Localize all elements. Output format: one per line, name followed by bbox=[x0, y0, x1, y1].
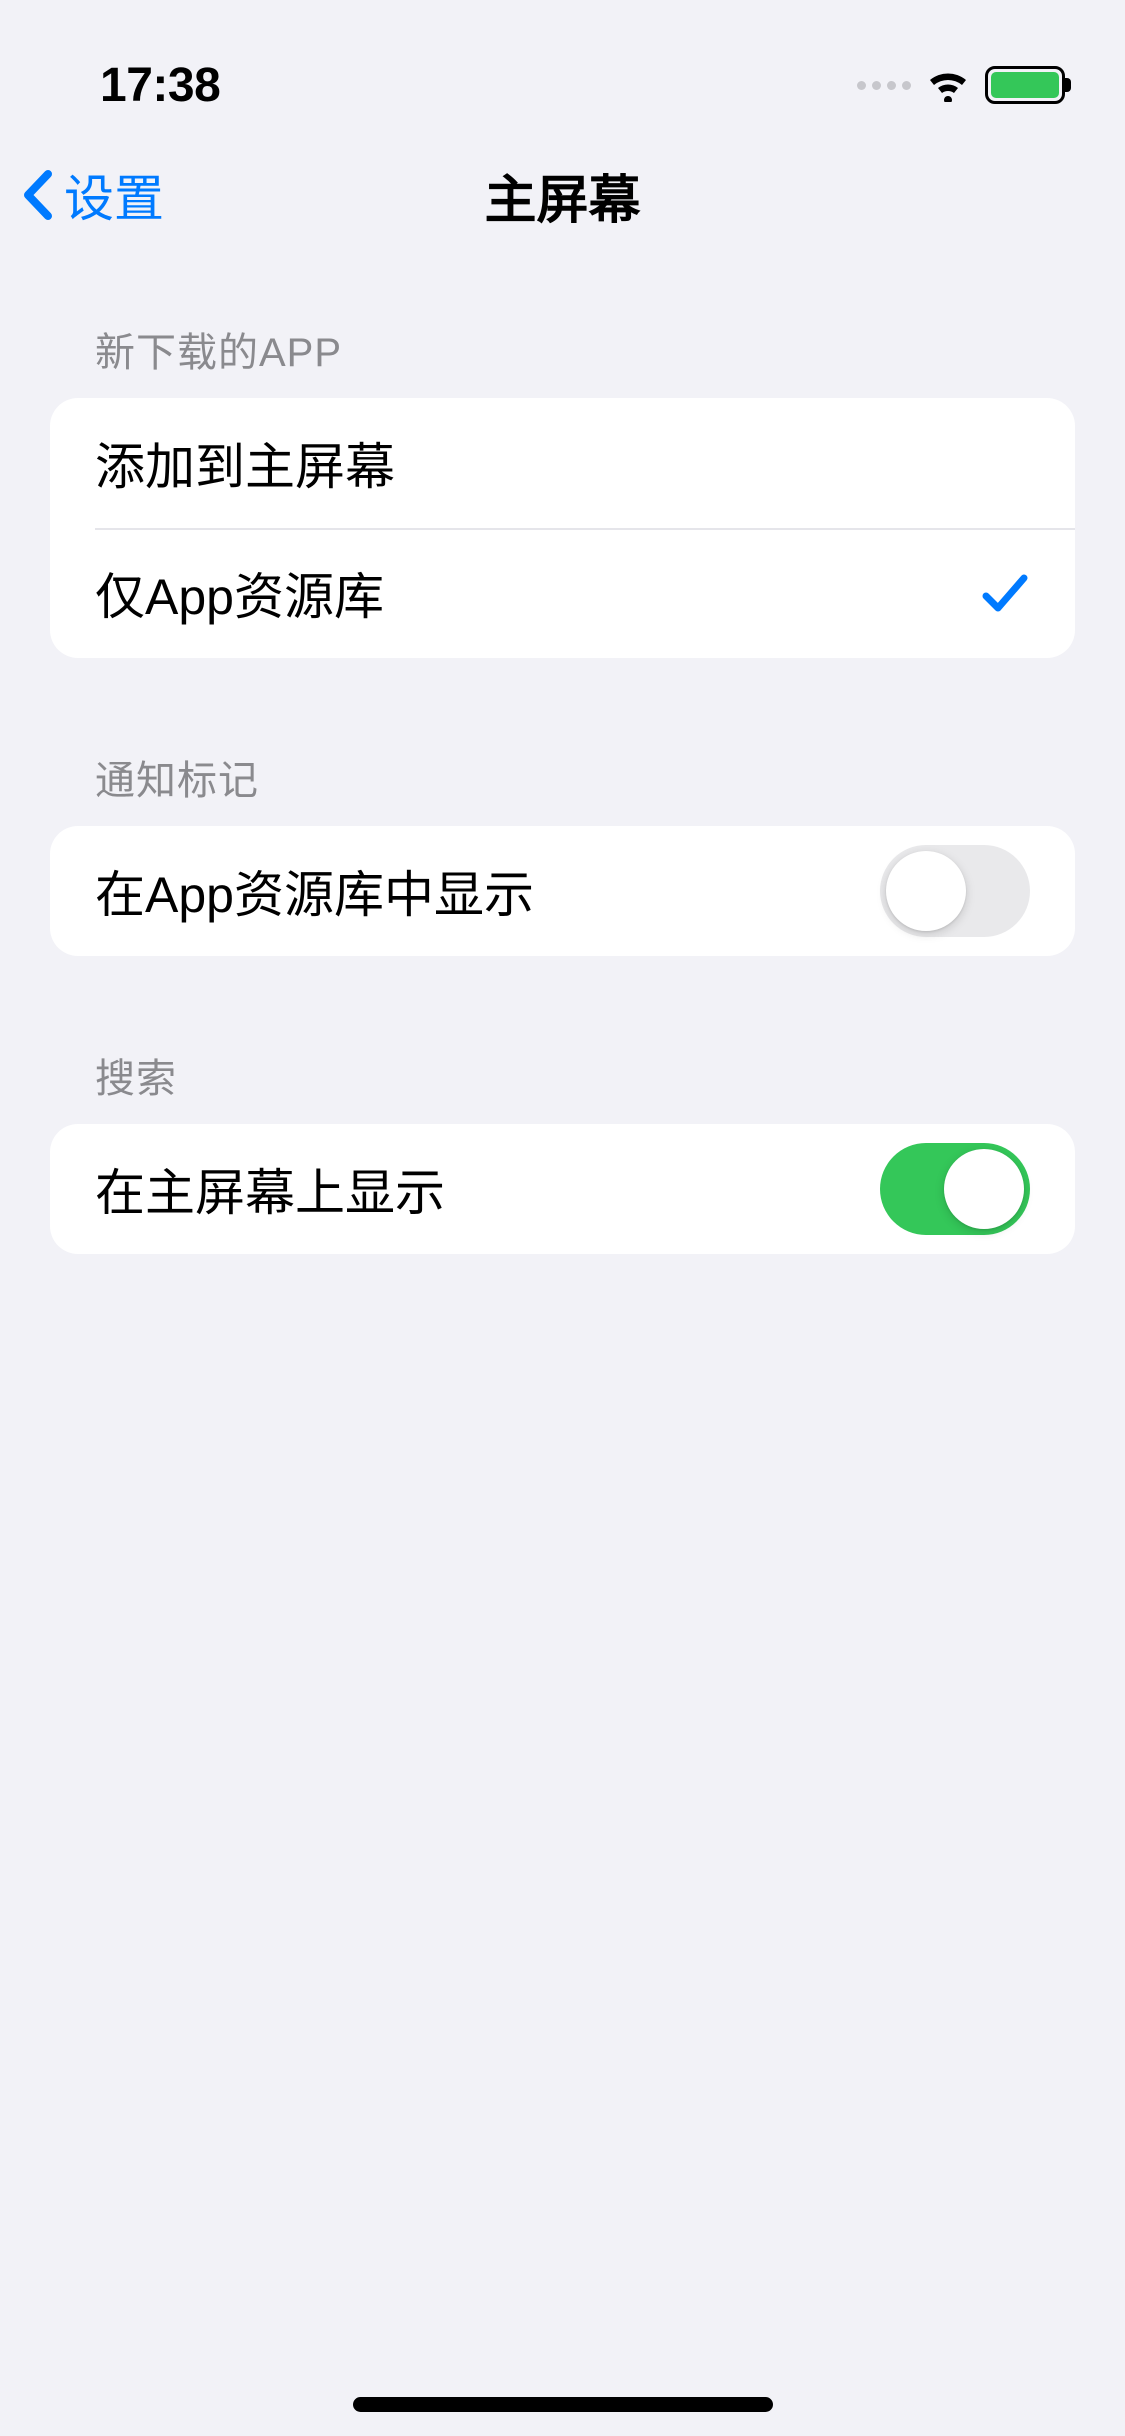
chevron-left-icon bbox=[20, 168, 56, 222]
row-show-in-library: 在App资源库中显示 bbox=[50, 826, 1075, 956]
row-label: 在主屏幕上显示 bbox=[95, 1153, 445, 1225]
status-indicators bbox=[857, 66, 1065, 104]
option-add-to-home[interactable]: 添加到主屏幕 bbox=[50, 398, 1075, 528]
section-header-new-downloads: 新下载的APP bbox=[50, 320, 1075, 398]
battery-icon bbox=[985, 66, 1065, 104]
page-title: 主屏幕 bbox=[20, 158, 1105, 233]
section-header-search: 搜索 bbox=[50, 1046, 1075, 1124]
group-new-downloads: 添加到主屏幕 仅App资源库 bbox=[50, 398, 1075, 658]
back-label: 设置 bbox=[64, 159, 164, 231]
nav-bar: 设置 主屏幕 bbox=[0, 130, 1125, 260]
checkmark-icon bbox=[980, 570, 1030, 616]
section-header-notification-badges: 通知标记 bbox=[50, 748, 1075, 826]
option-label: 仅App资源库 bbox=[95, 557, 384, 629]
status-time: 17:38 bbox=[100, 58, 220, 113]
group-search: 在主屏幕上显示 bbox=[50, 1124, 1075, 1254]
option-app-library-only[interactable]: 仅App资源库 bbox=[50, 528, 1075, 658]
toggle-show-in-library[interactable] bbox=[880, 845, 1030, 937]
content: 新下载的APP 添加到主屏幕 仅App资源库 通知标记 在App资源库中显示 搜… bbox=[0, 260, 1125, 1254]
row-show-on-home: 在主屏幕上显示 bbox=[50, 1124, 1075, 1254]
status-bar: 17:38 bbox=[0, 0, 1125, 130]
wifi-icon bbox=[925, 68, 971, 102]
row-label: 在App资源库中显示 bbox=[95, 855, 534, 927]
cellular-signal-icon bbox=[857, 81, 911, 90]
option-label: 添加到主屏幕 bbox=[95, 427, 395, 499]
back-button[interactable]: 设置 bbox=[20, 159, 164, 231]
toggle-show-on-home[interactable] bbox=[880, 1143, 1030, 1235]
group-notification-badges: 在App资源库中显示 bbox=[50, 826, 1075, 956]
home-indicator[interactable] bbox=[353, 2397, 773, 2412]
